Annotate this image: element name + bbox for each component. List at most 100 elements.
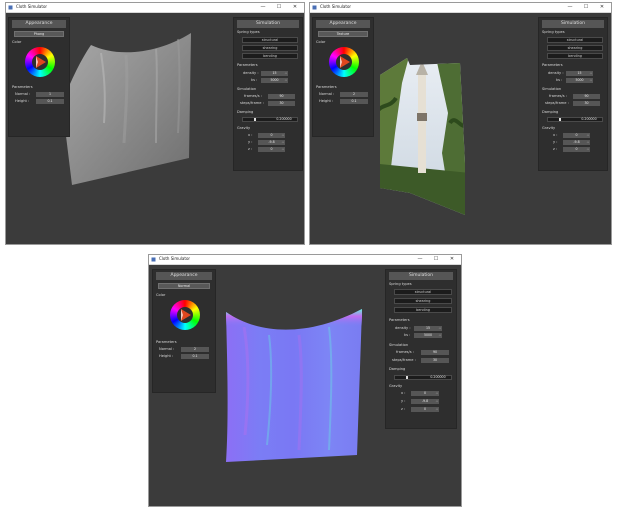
render-viewport[interactable]: Appearance Normal Color Parameters Norma… <box>149 265 461 506</box>
density-field[interactable]: 15 ‹› <box>261 71 288 76</box>
normal-field[interactable]: 2 <box>340 92 368 97</box>
stepper-icon: ‹› <box>435 399 438 403</box>
window-normal: Cloth Simulator — ☐ ✕ Appearance Normal … <box>148 254 462 507</box>
gravity-y-field[interactable]: -9.8 ‹› <box>411 399 439 404</box>
damping-value-field[interactable]: 0.200000 <box>577 117 601 122</box>
maximize-icon[interactable]: ☐ <box>272 3 286 12</box>
bending-button[interactable]: bending <box>394 307 452 313</box>
appearance-panel: Appearance Phong Color Parameters Normal… <box>8 17 70 137</box>
simulation-section-label: Simulation <box>389 343 409 347</box>
normal-value: 2 <box>352 92 356 96</box>
ks-value: 5000 <box>270 78 279 82</box>
frames-field[interactable]: 90 <box>573 94 600 99</box>
stepper-icon: ‹› <box>435 407 438 411</box>
gravity-x-field[interactable]: 0 ‹› <box>411 391 439 396</box>
gravity-x-value: 0 <box>270 133 273 137</box>
gravity-label: Gravity <box>389 384 403 388</box>
frames-value: 90 <box>584 94 589 98</box>
close-icon[interactable]: ✕ <box>288 3 302 12</box>
stepper-icon: ‹› <box>586 133 589 137</box>
ks-field[interactable]: 5000 ‹› <box>261 78 288 83</box>
maximize-icon[interactable]: ☐ <box>579 3 593 12</box>
steps-label: steps/frame : <box>545 101 569 105</box>
gravity-y-field[interactable]: -9.8 ‹› <box>258 140 285 145</box>
gravity-x-field[interactable]: 0 ‹› <box>563 133 590 138</box>
window-title: Cloth Simulator <box>16 4 48 9</box>
density-field[interactable]: 15 ‹› <box>414 326 442 331</box>
gravity-z-field[interactable]: 0 ‹› <box>258 147 285 152</box>
density-field[interactable]: 15 ‹› <box>566 71 593 76</box>
steps-label: steps/frame : <box>392 358 416 362</box>
damping-value-field[interactable]: 0.200000 <box>426 375 450 380</box>
slider-knob[interactable] <box>558 118 561 121</box>
title-bar[interactable]: Cloth Simulator — ☐ ✕ <box>149 255 461 265</box>
render-viewport[interactable]: Appearance Phong Color Parameters Normal… <box>6 13 304 244</box>
gravity-y-field[interactable]: -9.8 ‹› <box>563 140 590 145</box>
stepper-icon: ‹› <box>589 71 592 75</box>
color-wheel[interactable] <box>329 47 359 77</box>
close-icon[interactable]: ✕ <box>445 255 459 264</box>
ks-field[interactable]: 5000 ‹› <box>414 333 442 338</box>
slider-knob[interactable] <box>406 376 409 379</box>
normal-field[interactable]: 2 <box>181 347 209 352</box>
color-wheel[interactable] <box>170 300 200 330</box>
shearing-button[interactable]: shearing <box>547 45 603 51</box>
minimize-icon[interactable]: — <box>413 255 427 264</box>
height-field[interactable]: 0.1 <box>340 99 368 104</box>
slider-knob[interactable] <box>253 118 256 121</box>
damping-value-field[interactable]: 0.200000 <box>272 117 296 122</box>
height-field[interactable]: 0.1 <box>36 99 64 104</box>
normal-field[interactable]: 1 <box>36 92 64 97</box>
parameters-label: Parameters <box>156 340 177 344</box>
minimize-icon[interactable]: — <box>256 3 270 12</box>
gravity-label: Gravity <box>542 126 556 130</box>
bending-button[interactable]: bending <box>547 53 603 59</box>
stepper-icon: ‹› <box>284 71 287 75</box>
bending-button[interactable]: bending <box>242 53 298 59</box>
simulation-title: Simulation <box>237 20 299 28</box>
density-label: density : <box>548 71 564 75</box>
ks-field[interactable]: 5000 ‹› <box>566 78 593 83</box>
structural-button[interactable]: structural <box>242 37 298 43</box>
minimize-icon[interactable]: — <box>563 3 577 12</box>
gravity-z-label: z : <box>248 147 253 151</box>
normal-label: Normal : <box>15 92 31 96</box>
height-field[interactable]: 0.1 <box>181 354 209 359</box>
gravity-y-label: y : <box>401 399 406 403</box>
gravity-x-field[interactable]: 0 ‹› <box>258 133 285 138</box>
title-bar[interactable]: Cloth Simulator — ☐ ✕ <box>310 3 611 13</box>
structural-button[interactable]: structural <box>394 289 452 295</box>
steps-field[interactable]: 30 <box>421 358 449 363</box>
spring-types-label: Spring types <box>389 282 412 286</box>
gravity-z-field[interactable]: 0 ‹› <box>563 147 590 152</box>
frames-label: frames/s : <box>396 350 414 354</box>
color-triangle[interactable] <box>329 47 359 77</box>
steps-field[interactable]: 30 <box>268 101 295 106</box>
structural-button[interactable]: structural <box>547 37 603 43</box>
color-wheel[interactable] <box>25 47 55 77</box>
shading-select[interactable]: Normal <box>158 283 210 289</box>
shearing-button[interactable]: shearing <box>242 45 298 51</box>
color-triangle[interactable] <box>170 300 200 330</box>
shearing-button[interactable]: shearing <box>394 298 452 304</box>
close-icon[interactable]: ✕ <box>595 3 609 12</box>
gravity-y-label: y : <box>248 140 253 144</box>
stepper-icon: ‹› <box>438 326 441 330</box>
shading-select[interactable]: Texture <box>318 31 368 37</box>
steps-field[interactable]: 30 <box>573 101 600 106</box>
color-triangle[interactable] <box>25 47 55 77</box>
gravity-z-field[interactable]: 0 ‹› <box>411 407 439 412</box>
app-icon <box>8 5 13 10</box>
appearance-panel: Appearance Normal Color Parameters Norma… <box>152 269 216 393</box>
ks-value: 5000 <box>575 78 584 82</box>
frames-field[interactable]: 90 <box>421 350 449 355</box>
stepper-icon: ‹› <box>281 133 284 137</box>
maximize-icon[interactable]: ☐ <box>429 255 443 264</box>
title-bar[interactable]: Cloth Simulator — ☐ ✕ <box>6 3 304 13</box>
frames-value: 90 <box>279 94 284 98</box>
frames-field[interactable]: 90 <box>268 94 295 99</box>
gravity-label: Gravity <box>237 126 251 130</box>
shading-select[interactable]: Phong <box>14 31 64 37</box>
render-viewport[interactable]: Appearance Texture Color Parameters Norm… <box>310 13 611 244</box>
gravity-x-label: x : <box>401 391 406 395</box>
